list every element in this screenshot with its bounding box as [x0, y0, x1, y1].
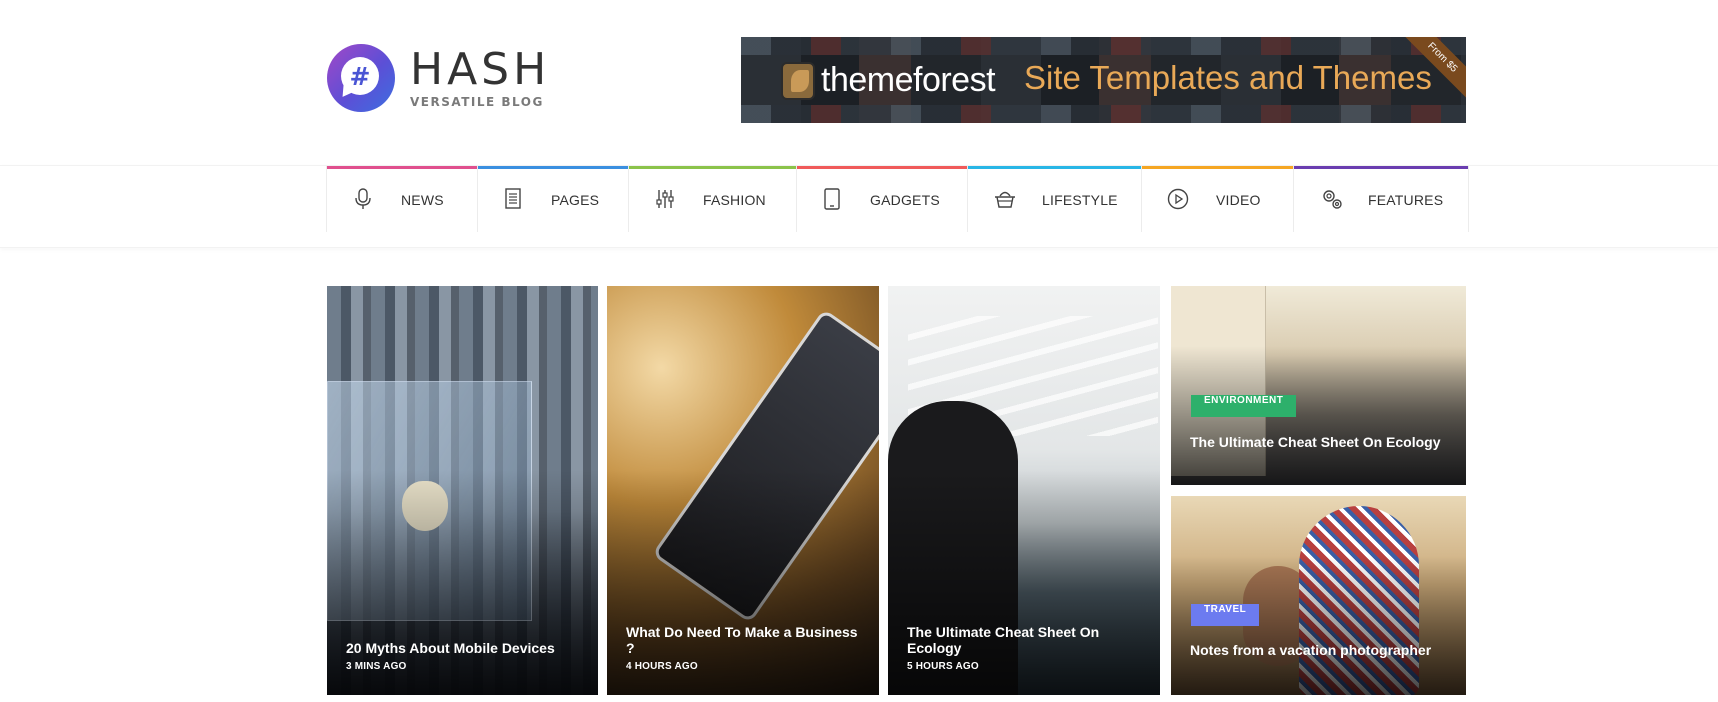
- nav-item-label: LIFESTYLE: [1042, 192, 1118, 208]
- nav-item-label: FASHION: [703, 192, 766, 208]
- nav-item-label: GADGETS: [870, 192, 940, 208]
- nav-accent-bar: [1294, 166, 1468, 169]
- post-time: 5 HOURS AGO: [907, 661, 979, 672]
- nav-accent-bar: [478, 166, 628, 169]
- featured-post-card[interactable]: The Ultimate Cheat Sheet On Ecology 5 HO…: [888, 286, 1160, 695]
- featured-post-card[interactable]: 20 Myths About Mobile Devices 3 MINS AGO: [327, 286, 598, 695]
- nav-item-pages[interactable]: PAGES: [477, 166, 628, 232]
- site-logo[interactable]: # HASH VERSATILE BLOG: [327, 44, 550, 112]
- category-badge[interactable]: ENVIRONMENT: [1191, 395, 1297, 417]
- post-title[interactable]: The Ultimate Cheat Sheet On Ecology: [907, 624, 1144, 656]
- nav-item-label: FEATURES: [1368, 192, 1444, 208]
- sliders-icon: [656, 190, 674, 208]
- nav-item-label: PAGES: [551, 192, 600, 208]
- document-icon: [505, 188, 521, 209]
- nav-accent-bar: [968, 166, 1141, 169]
- featured-post-card[interactable]: What Do Need To Make a Business ? 4 HOUR…: [607, 286, 879, 695]
- nav-item-video[interactable]: VIDEO: [1141, 166, 1293, 232]
- nav-item-features[interactable]: FEATURES: [1293, 166, 1469, 232]
- featured-post-card[interactable]: TRAVEL Notes from a vacation photographe…: [1171, 496, 1466, 695]
- nav-item-label: NEWS: [401, 192, 444, 208]
- banner-strip: [741, 105, 1466, 123]
- microphone-icon: [355, 188, 371, 209]
- advertisement-banner[interactable]: themeforest Site Templates and Themes Fr…: [741, 37, 1466, 123]
- nav-accent-bar: [629, 166, 796, 169]
- nav-item-fashion[interactable]: FASHION: [628, 166, 796, 232]
- post-title[interactable]: What Do Need To Make a Business ?: [626, 624, 863, 656]
- basket-icon: [995, 191, 1015, 208]
- logo-text: HASH VERSATILE BLOG: [410, 43, 551, 109]
- post-time: 4 HOURS AGO: [626, 661, 698, 672]
- logo-glyph: #: [341, 57, 379, 95]
- post-title[interactable]: 20 Myths About Mobile Devices: [346, 640, 582, 656]
- gears-icon: [1323, 190, 1342, 209]
- site-header: # HASH VERSATILE BLOG themeforest Site T…: [0, 0, 1718, 165]
- nav-accent-bar: [327, 166, 477, 169]
- play-icon: [1167, 188, 1189, 210]
- banner-strip: [741, 37, 1466, 55]
- logo-subtitle: VERSATILE BLOG: [410, 94, 544, 109]
- featured-post-card[interactable]: ENVIRONMENT The Ultimate Cheat Sheet On …: [1171, 286, 1466, 485]
- post-title[interactable]: The Ultimate Cheat Sheet On Ecology: [1190, 434, 1450, 450]
- nav-item-gadgets[interactable]: GADGETS: [796, 166, 967, 232]
- nav-item-label: VIDEO: [1216, 192, 1261, 208]
- themeforest-leaf-icon: [781, 61, 815, 100]
- post-time: 3 MINS AGO: [346, 661, 407, 672]
- main-navigation-bar: NEWS PAGES FASHION GADGETS LIFESTYLE VID…: [0, 165, 1718, 248]
- hash-logo-icon: #: [327, 44, 395, 112]
- nav-accent-bar: [797, 166, 967, 169]
- banner-brand: themeforest: [781, 61, 996, 100]
- main-navigation: NEWS PAGES FASHION GADGETS LIFESTYLE VID…: [326, 166, 1469, 232]
- category-badge[interactable]: TRAVEL: [1191, 604, 1260, 626]
- nav-item-news[interactable]: NEWS: [326, 166, 477, 232]
- banner-brand-name: themeforest: [821, 61, 996, 99]
- post-title[interactable]: Notes from a vacation photographer: [1190, 642, 1450, 658]
- logo-title: HASH: [410, 43, 551, 95]
- nav-item-lifestyle[interactable]: LIFESTYLE: [967, 166, 1141, 232]
- nav-accent-bar: [1142, 166, 1293, 169]
- tablet-icon: [824, 188, 840, 210]
- banner-tagline: Site Templates and Themes: [1024, 59, 1432, 96]
